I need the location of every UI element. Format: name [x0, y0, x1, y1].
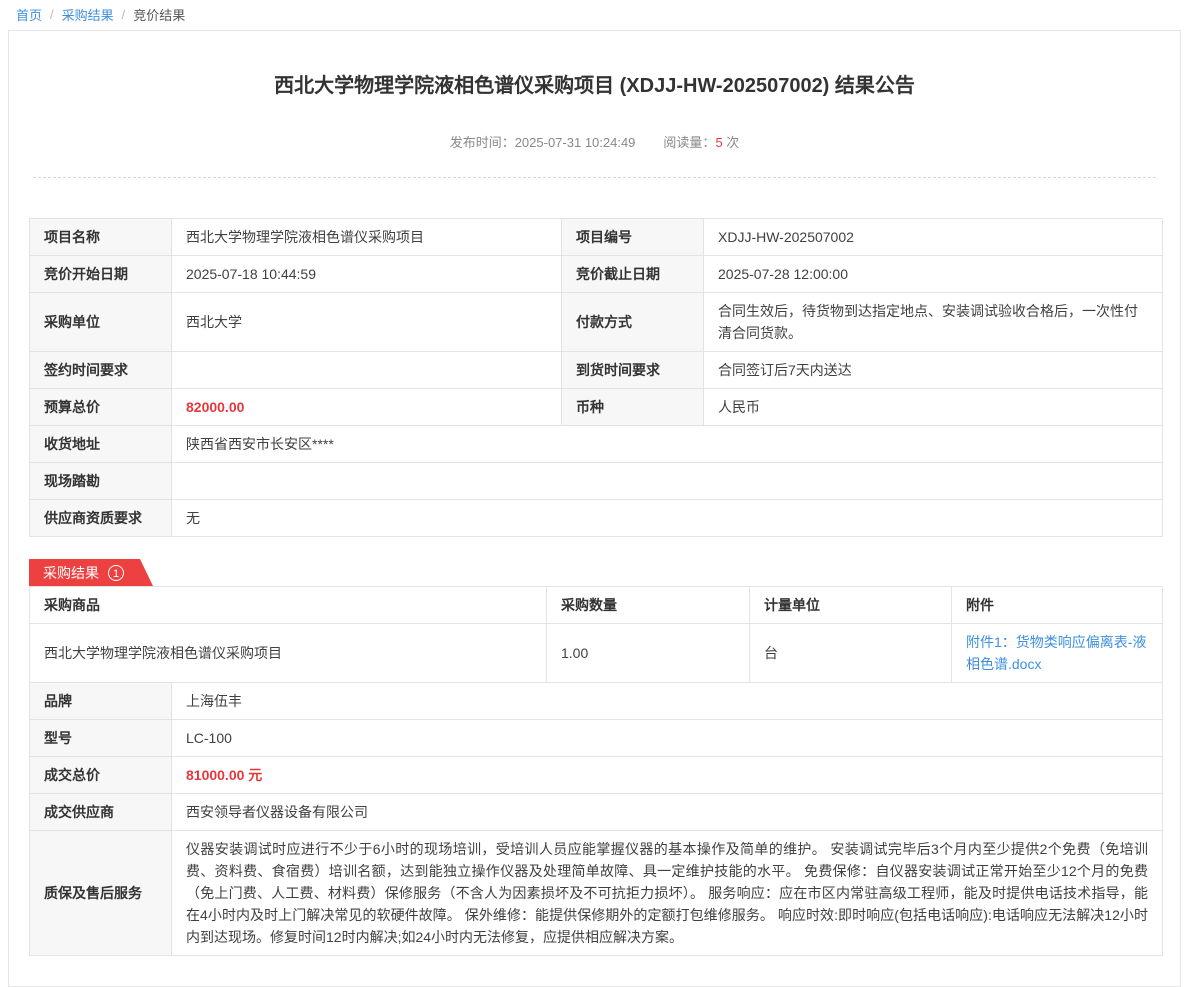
bid-end-label: 竞价截止日期 — [562, 256, 704, 293]
table-row: 品牌 上海伍丰 — [30, 683, 1163, 720]
table-row: 项目名称 西北大学物理学院液相色谱仪采购项目 项目编号 XDJJ-HW-2025… — [30, 219, 1163, 256]
article-meta: 发布时间：2025-07-31 10:24:49 阅读量：5 次 — [33, 132, 1156, 178]
breadcrumb: 首页 / 采购结果 / 竞价结果 — [0, 0, 1189, 28]
tables-wrapper: 项目名称 西北大学物理学院液相色谱仪采购项目 项目编号 XDJJ-HW-2025… — [9, 178, 1180, 986]
ship-address-label: 收货地址 — [30, 426, 172, 463]
result-tag-label: 采购结果 — [43, 563, 99, 583]
quantity-column-header: 采购数量 — [547, 587, 750, 624]
unit-cell: 台 — [750, 624, 952, 683]
table-row: 供应商资质要求 无 — [30, 500, 1163, 537]
site-survey-label: 现场踏勘 — [30, 463, 172, 500]
warranty-value: 仪器安装调试时应进行不少于6小时的现场培训，受培训人员应能掌握仪器的基本操作及简… — [172, 831, 1163, 956]
publish-time-value: 2025-07-31 10:24:49 — [515, 135, 636, 150]
bid-start-label: 竞价开始日期 — [30, 256, 172, 293]
result-detail-table: 品牌 上海伍丰 型号 LC-100 成交总价 81000.00 元 成交供应商 … — [29, 682, 1163, 956]
project-name-value: 西北大学物理学院液相色谱仪采购项目 — [172, 219, 562, 256]
breadcrumb-separator: / — [122, 7, 126, 22]
table-row: 采购单位 西北大学 付款方式 合同生效后，待货物到达指定地点、安装调试验收合格后… — [30, 293, 1163, 352]
table-row: 成交总价 81000.00 元 — [30, 757, 1163, 794]
unit-column-header: 计量单位 — [750, 587, 952, 624]
breadcrumb-section-link[interactable]: 采购结果 — [62, 5, 114, 24]
budget-value: 82000.00 — [172, 389, 562, 426]
winning-supplier-value: 西安领导者仪器设备有限公司 — [172, 794, 1163, 831]
table-row: 签约时间要求 到货时间要求 合同签订后7天内送达 — [30, 352, 1163, 389]
product-column-header: 采购商品 — [30, 587, 547, 624]
table-row: 竞价开始日期 2025-07-18 10:44:59 竞价截止日期 2025-0… — [30, 256, 1163, 293]
bid-end-value: 2025-07-28 12:00:00 — [704, 256, 1163, 293]
project-code-label: 项目编号 — [562, 219, 704, 256]
table-row: 预算总价 82000.00 币种 人民币 — [30, 389, 1163, 426]
breadcrumb-current: 竞价结果 — [133, 5, 185, 24]
currency-value: 人民币 — [704, 389, 1163, 426]
model-value: LC-100 — [172, 720, 1163, 757]
budget-label: 预算总价 — [30, 389, 172, 426]
deal-price-value: 81000.00 元 — [172, 757, 1163, 794]
project-name-label: 项目名称 — [30, 219, 172, 256]
table-row: 西北大学物理学院液相色谱仪采购项目 1.00 台 附件1：货物类响应偏离表-液相… — [30, 624, 1163, 683]
views-label: 阅读量： — [663, 135, 715, 150]
article-header: 西北大学物理学院液相色谱仪采购项目 (XDJJ-HW-202507002) 结果… — [9, 31, 1180, 178]
sign-time-label: 签约时间要求 — [30, 352, 172, 389]
bid-start-value: 2025-07-18 10:44:59 — [172, 256, 562, 293]
attachment-column-header: 附件 — [952, 587, 1163, 624]
breadcrumb-separator: / — [50, 7, 54, 22]
result-product-table: 采购商品 采购数量 计量单位 附件 西北大学物理学院液相色谱仪采购项目 1.00… — [29, 586, 1163, 683]
sign-time-value — [172, 352, 562, 389]
winning-supplier-label: 成交供应商 — [30, 794, 172, 831]
payment-value: 合同生效后，待货物到达指定地点、安装调试验收合格后，一次性付清合同货款。 — [704, 293, 1163, 352]
purchaser-label: 采购单位 — [30, 293, 172, 352]
site-survey-value — [172, 463, 1163, 500]
currency-label: 币种 — [562, 389, 704, 426]
views-count: 5 — [715, 135, 722, 150]
delivery-time-value: 合同签订后7天内送达 — [704, 352, 1163, 389]
deal-price-label: 成交总价 — [30, 757, 172, 794]
delivery-time-label: 到货时间要求 — [562, 352, 704, 389]
result-count-badge: 1 — [108, 565, 124, 581]
quantity-cell: 1.00 — [547, 624, 750, 683]
payment-label: 付款方式 — [562, 293, 704, 352]
page-title: 西北大学物理学院液相色谱仪采购项目 (XDJJ-HW-202507002) 结果… — [33, 69, 1156, 98]
purchaser-value: 西北大学 — [172, 293, 562, 352]
warranty-label: 质保及售后服务 — [30, 831, 172, 956]
attachment-link[interactable]: 附件1：货物类响应偏离表-液相色谱.docx — [966, 634, 1146, 672]
project-info-table: 项目名称 西北大学物理学院液相色谱仪采购项目 项目编号 XDJJ-HW-2025… — [29, 218, 1163, 537]
publish-time-label: 发布时间： — [450, 135, 515, 150]
result-section-tag: 采购结果 1 — [29, 559, 153, 586]
supplier-qualification-value: 无 — [172, 500, 1163, 537]
product-name-cell: 西北大学物理学院液相色谱仪采购项目 — [30, 624, 547, 683]
model-label: 型号 — [30, 720, 172, 757]
table-row: 型号 LC-100 — [30, 720, 1163, 757]
brand-value: 上海伍丰 — [172, 683, 1163, 720]
brand-label: 品牌 — [30, 683, 172, 720]
table-row: 现场踏勘 — [30, 463, 1163, 500]
table-header-row: 采购商品 采购数量 计量单位 附件 — [30, 587, 1163, 624]
project-code-value: XDJJ-HW-202507002 — [704, 219, 1163, 256]
ship-address-value: 陕西省西安市长安区**** — [172, 426, 1163, 463]
views-unit: 次 — [726, 135, 739, 150]
supplier-qualification-label: 供应商资质要求 — [30, 500, 172, 537]
breadcrumb-home-link[interactable]: 首页 — [16, 5, 42, 24]
table-row: 成交供应商 西安领导者仪器设备有限公司 — [30, 794, 1163, 831]
content-card: 西北大学物理学院液相色谱仪采购项目 (XDJJ-HW-202507002) 结果… — [8, 30, 1181, 987]
attachment-cell: 附件1：货物类响应偏离表-液相色谱.docx — [952, 624, 1163, 683]
table-row: 质保及售后服务 仪器安装调试时应进行不少于6小时的现场培训，受培训人员应能掌握仪… — [30, 831, 1163, 956]
table-row: 收货地址 陕西省西安市长安区**** — [30, 426, 1163, 463]
